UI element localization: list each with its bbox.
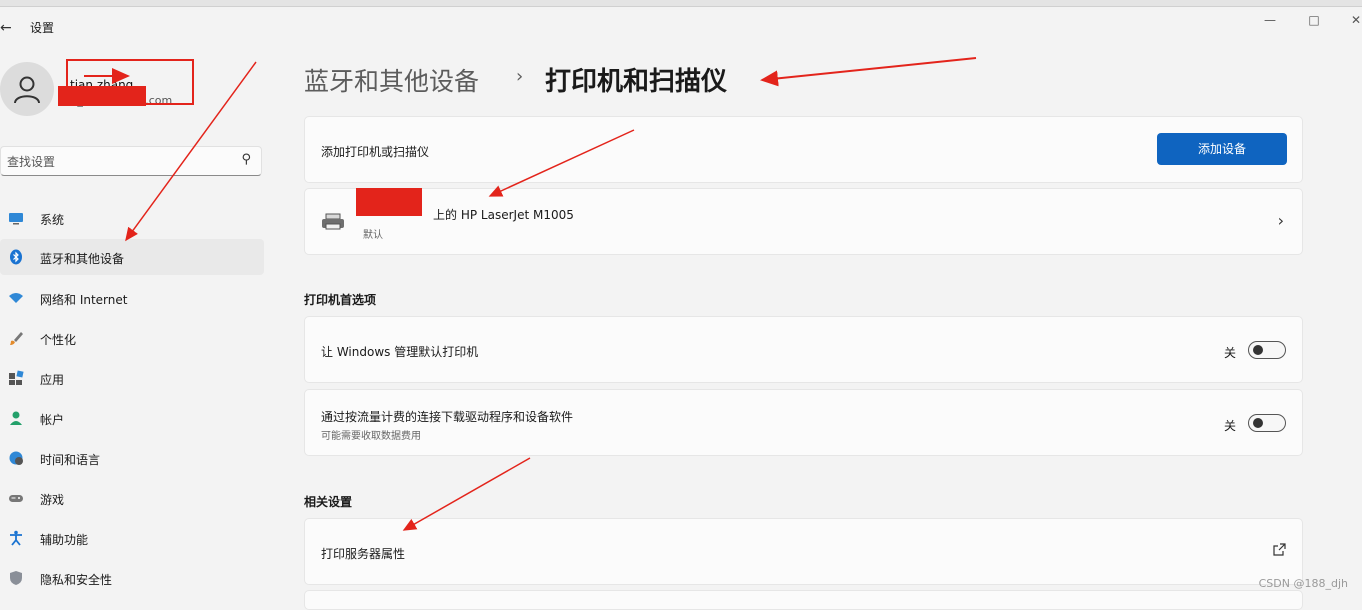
watermark: CSDN @188_djh (1258, 577, 1348, 590)
annotation-arrow (488, 129, 635, 197)
annotation-arrow (402, 457, 531, 531)
annotation-arrow (125, 61, 257, 242)
annotation-arrow (760, 57, 977, 87)
annotation-arrows (84, 57, 977, 531)
